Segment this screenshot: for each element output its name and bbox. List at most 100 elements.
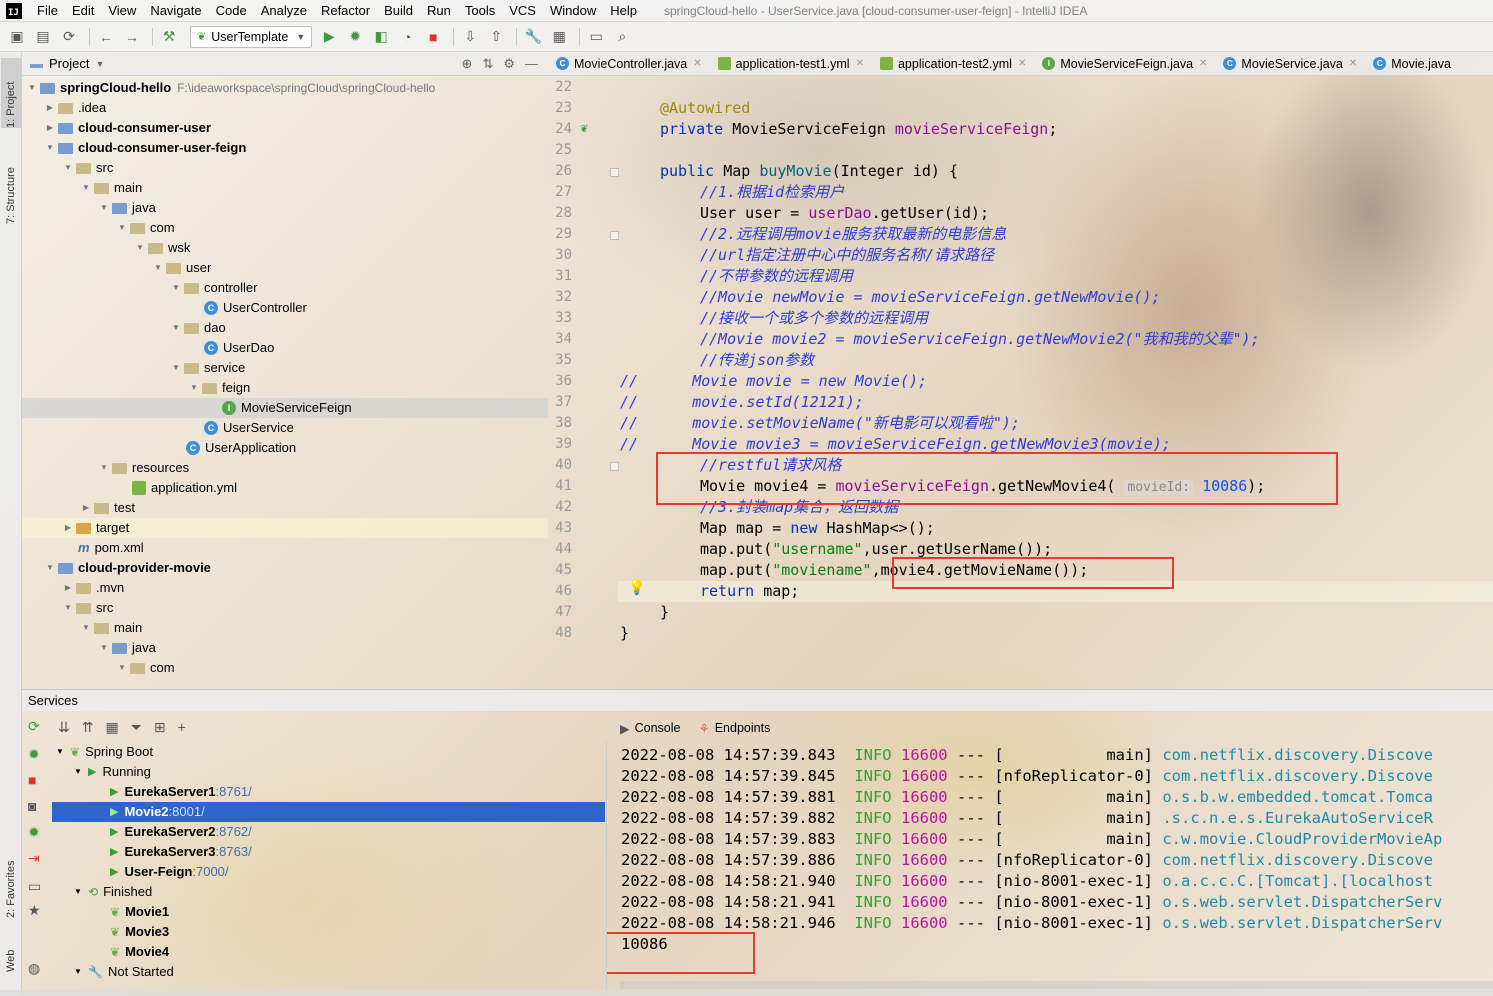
tree-node-application-yml[interactable]: application.yml xyxy=(132,478,237,498)
vcs-commit-icon[interactable]: ⇧ xyxy=(485,26,507,48)
tree-node-mvn[interactable]: ▶ .mvn xyxy=(62,578,124,598)
tab-movieservice[interactable]: C MovieService.java ✕ xyxy=(1215,52,1365,75)
add-icon[interactable]: + xyxy=(178,719,186,735)
tree-node-java[interactable]: ▼ java xyxy=(98,198,156,218)
svc-node-finished[interactable]: ▼ ⟲ Finished xyxy=(74,882,152,902)
run-icon[interactable]: ▶ xyxy=(318,26,340,48)
camera-icon[interactable]: ◙ xyxy=(28,798,36,814)
debug-icon[interactable]: ✹ xyxy=(28,746,40,763)
svc-node-eureka1[interactable]: ▶ EurekaServer1:8761/ xyxy=(110,782,252,802)
open-folder-icon[interactable]: ▣ xyxy=(6,26,28,48)
tree-node-consumer-user-feign[interactable]: ▼ cloud-consumer-user-feign xyxy=(44,138,246,158)
forward-icon[interactable]: → xyxy=(121,26,143,48)
tab-movie[interactable]: C Movie.java xyxy=(1365,52,1459,75)
svc-port-link[interactable]: :8001/ xyxy=(169,802,205,822)
build-hammer-icon[interactable]: ⚒ xyxy=(158,26,180,48)
favorites-tool-tab[interactable]: 2: Favorites xyxy=(1,840,21,918)
tree-node-consumer-user[interactable]: ▶ cloud-consumer-user xyxy=(44,118,211,138)
tree-node-test[interactable]: ▶ test xyxy=(80,498,135,518)
svc-node-movie4[interactable]: ❦ Movie4 xyxy=(110,942,169,962)
svc-node-movie2[interactable]: ▶ Movie2:8001/ xyxy=(52,802,605,822)
locate-icon[interactable]: ⊕ xyxy=(462,56,473,72)
lightbulb-icon[interactable]: 💡 xyxy=(628,580,645,596)
tree-node-provider-movie[interactable]: ▼ cloud-provider-movie xyxy=(44,558,211,578)
tab-movieservicefeign[interactable]: I MovieServiceFeign.java ✕ xyxy=(1034,52,1215,75)
gear-icon[interactable]: ⚙ xyxy=(503,56,515,72)
menu-vcs[interactable]: VCS xyxy=(502,3,543,18)
tab-application-test1[interactable]: application-test1.yml ✕ xyxy=(710,52,872,75)
menu-help[interactable]: Help xyxy=(603,3,644,18)
tree-node-com-2[interactable]: ▼ com xyxy=(116,658,175,678)
layout-icon[interactable]: ▭ xyxy=(28,878,41,895)
svc-node-eureka3[interactable]: ▶ EurekaServer3:8763/ xyxy=(110,842,252,862)
tab-endpoints[interactable]: ⚘ Endpoints xyxy=(699,721,771,736)
structure-tool-tab[interactable]: 7: Structure xyxy=(1,144,21,224)
collapse-all-icon[interactable]: ⇅ xyxy=(482,56,493,72)
tab-moviecontroller[interactable]: C MovieController.java ✕ xyxy=(548,52,710,75)
project-structure-icon[interactable]: ▦ xyxy=(548,26,570,48)
fold-marker-icon[interactable] xyxy=(610,168,619,177)
profile-icon[interactable]: ◔ xyxy=(396,26,418,48)
svc-node-userfeign[interactable]: ▶ User-Feign:7000/ xyxy=(110,862,229,882)
new-tab-icon[interactable]: ⊞ xyxy=(154,719,166,736)
menu-view[interactable]: View xyxy=(101,3,143,18)
tree-node-main-2[interactable]: ▼ main xyxy=(80,618,142,638)
tree-node-idea[interactable]: ▶ .idea xyxy=(44,98,106,118)
menu-analyze[interactable]: Analyze xyxy=(254,3,314,18)
tree-node-userdao[interactable]: C UserDao xyxy=(204,338,274,358)
run-config-select[interactable]: ❦ UserTemplate ▼ xyxy=(190,25,313,48)
horizontal-scrollbar[interactable] xyxy=(620,981,1493,989)
refresh-icon[interactable]: ⟳ xyxy=(28,718,40,735)
close-icon[interactable]: ✕ xyxy=(1349,58,1357,69)
search-icon[interactable]: ⌕ xyxy=(611,26,633,48)
svc-port-link[interactable]: :7000/ xyxy=(192,862,228,882)
tab-application-test2[interactable]: application-test2.yml ✕ xyxy=(872,52,1034,75)
terminal-icon[interactable]: ▭ xyxy=(585,26,607,48)
tree-node-usercontroller[interactable]: C UserController xyxy=(204,298,307,318)
close-icon[interactable]: ✕ xyxy=(1018,58,1026,69)
close-icon[interactable]: ✕ xyxy=(856,58,864,69)
stop-icon[interactable]: ■ xyxy=(28,772,36,788)
tree-node-userapplication[interactable]: C UserApplication xyxy=(186,438,296,458)
filter-icon[interactable]: ⏷ xyxy=(131,719,142,736)
stop-icon[interactable]: ■ xyxy=(422,26,444,48)
svc-node-not-started[interactable]: ▼ 🔧 Not Started xyxy=(74,962,174,982)
tree-node-movieservicefeign[interactable]: I MovieServiceFeign xyxy=(222,398,352,418)
tree-node-src-2[interactable]: ▼ src xyxy=(62,598,113,618)
tree-node-src[interactable]: ▼ src xyxy=(62,158,113,178)
menu-file[interactable]: File xyxy=(30,3,65,18)
fold-marker-icon[interactable] xyxy=(610,231,619,240)
menu-navigate[interactable]: Navigate xyxy=(143,3,208,18)
tree-node-java-2[interactable]: ▼ java xyxy=(98,638,156,658)
close-icon[interactable]: ✕ xyxy=(693,58,701,69)
tree-node-feign[interactable]: ▼ feign xyxy=(188,378,250,398)
tree-node-dao[interactable]: ▼ dao xyxy=(170,318,226,338)
tree-node-main[interactable]: ▼ main xyxy=(80,178,142,198)
tree-node-userservice[interactable]: C UserService xyxy=(204,418,294,438)
tree-node-resources[interactable]: ▼ resources xyxy=(98,458,189,478)
star-icon[interactable]: ★ xyxy=(28,902,41,919)
tab-console[interactable]: ▶ Console xyxy=(620,721,681,736)
tree-node-service[interactable]: ▼ service xyxy=(170,358,245,378)
code-editor[interactable]: 22 23 24 25 26 27 28 29 30 31 32 33 34 3… xyxy=(548,77,1493,685)
svc-node-spring-boot[interactable]: ▼ ❦ Spring Boot xyxy=(56,742,153,762)
console-output[interactable]: 2022-08-08 14:57:39.843 INFO 16600 --- [… xyxy=(606,742,1493,996)
coverage-icon[interactable]: ◧ xyxy=(370,26,392,48)
web-tool-tab[interactable]: Web xyxy=(1,936,21,972)
tree-node-controller[interactable]: ▼ controller xyxy=(170,278,257,298)
sync-icon[interactable]: ⟳ xyxy=(58,26,80,48)
tree-node-root[interactable]: ▼ springCloud-hello F:\ideaworkspace\sprin… xyxy=(26,78,435,98)
debug-icon[interactable]: ✹ xyxy=(344,26,366,48)
tree-node-pom[interactable]: m pom.xml xyxy=(78,538,144,558)
svc-node-eureka2[interactable]: ▶ EurekaServer2:8762/ xyxy=(110,822,252,842)
menu-build[interactable]: Build xyxy=(377,3,420,18)
svc-port-link[interactable]: :8761/ xyxy=(216,782,252,802)
deploy-icon[interactable]: ✹ xyxy=(28,824,40,841)
save-all-icon[interactable]: ▤ xyxy=(32,26,54,48)
vcs-update-icon[interactable]: ⇩ xyxy=(459,26,481,48)
svc-node-movie1[interactable]: ❦ Movie1 xyxy=(110,902,169,922)
project-panel-title[interactable]: Project xyxy=(49,56,89,71)
log-in-icon[interactable]: ⇥ xyxy=(28,850,40,867)
group-icon[interactable]: ▦ xyxy=(105,719,118,736)
spring-bean-gutter-icon[interactable]: ❦ xyxy=(580,121,588,136)
